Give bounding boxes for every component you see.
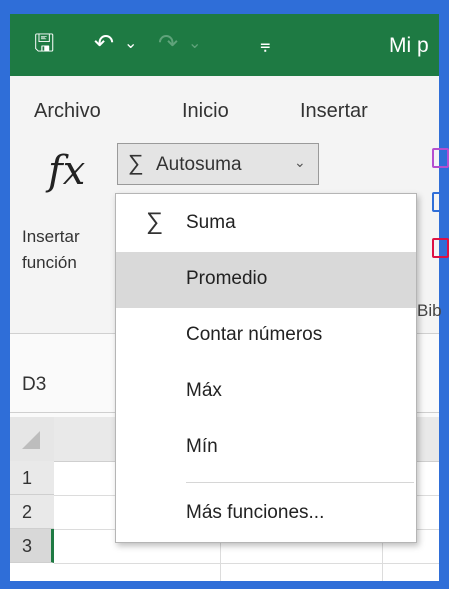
menu-item-label: Más funciones... xyxy=(186,502,325,523)
menu-item-min[interactable]: Mín xyxy=(116,420,416,476)
menu-item-suma[interactable]: ∑ Suma xyxy=(116,196,416,252)
insert-function-label-line2: función xyxy=(22,253,77,272)
window-title: Mi p xyxy=(389,34,429,57)
redo-dropdown-icon[interactable]: ⌄ xyxy=(188,28,201,60)
menu-item-max[interactable]: Máx xyxy=(116,364,416,420)
insert-function-label-line1: Insertar xyxy=(22,227,80,246)
autosum-button[interactable]: ∑ Autosuma ⌄ xyxy=(117,143,319,185)
menu-item-contar-numeros[interactable]: Contar números xyxy=(116,308,416,364)
row-header-2[interactable]: 2 xyxy=(10,495,54,529)
title-bar: 🖫 ↶ ⌄ ↷ ⌄ ⩦ Mi p xyxy=(10,14,439,76)
menu-item-promedio[interactable]: Promedio xyxy=(116,252,416,308)
autosum-label: Autosuma xyxy=(156,154,242,175)
undo-icon[interactable]: ↶ xyxy=(94,28,114,60)
chevron-down-icon: ⌄ xyxy=(294,154,306,170)
tab-archivo[interactable]: Archivo xyxy=(34,100,101,123)
customize-toolbar-icon[interactable]: ⩦ xyxy=(260,28,271,60)
insert-function-icon[interactable]: fx xyxy=(48,148,85,194)
frame-top xyxy=(0,0,449,14)
sigma-icon: ∑ xyxy=(128,150,144,175)
save-icon[interactable]: 🖫 xyxy=(34,28,54,60)
sigma-icon: ∑ xyxy=(146,208,164,235)
frame-right xyxy=(439,0,449,589)
select-all-corner[interactable] xyxy=(10,417,54,461)
redo-icon[interactable]: ↷ xyxy=(158,28,178,60)
name-box[interactable]: D3 xyxy=(22,374,46,396)
undo-dropdown-icon[interactable]: ⌄ xyxy=(124,28,137,60)
menu-item-label: Contar números xyxy=(186,324,323,345)
gridline xyxy=(54,563,439,564)
row-header-1[interactable]: 1 xyxy=(10,461,54,495)
text-functions-icon[interactable] xyxy=(432,192,449,212)
date-functions-icon[interactable] xyxy=(432,238,449,258)
frame-left xyxy=(0,0,10,589)
frame-bottom xyxy=(0,581,449,589)
menu-item-label: Máx xyxy=(186,380,222,401)
tab-inicio[interactable]: Inicio xyxy=(182,100,229,123)
library-group-label: Bib xyxy=(417,301,442,320)
menu-separator xyxy=(186,482,414,483)
menu-item-label: Mín xyxy=(186,436,218,457)
menu-item-label: Promedio xyxy=(186,268,268,289)
menu-item-mas-funciones[interactable]: Más funciones... xyxy=(116,486,416,542)
row-header-3[interactable]: 3 xyxy=(10,529,54,563)
recent-functions-icon[interactable] xyxy=(432,148,449,168)
insert-function-label[interactable]: Insertar función xyxy=(22,224,80,276)
menu-item-label: Suma xyxy=(186,212,236,233)
tab-insertar[interactable]: Insertar xyxy=(300,100,368,123)
autosum-dropdown-menu: ∑ Suma Promedio Contar números Máx Mín M… xyxy=(115,193,417,543)
